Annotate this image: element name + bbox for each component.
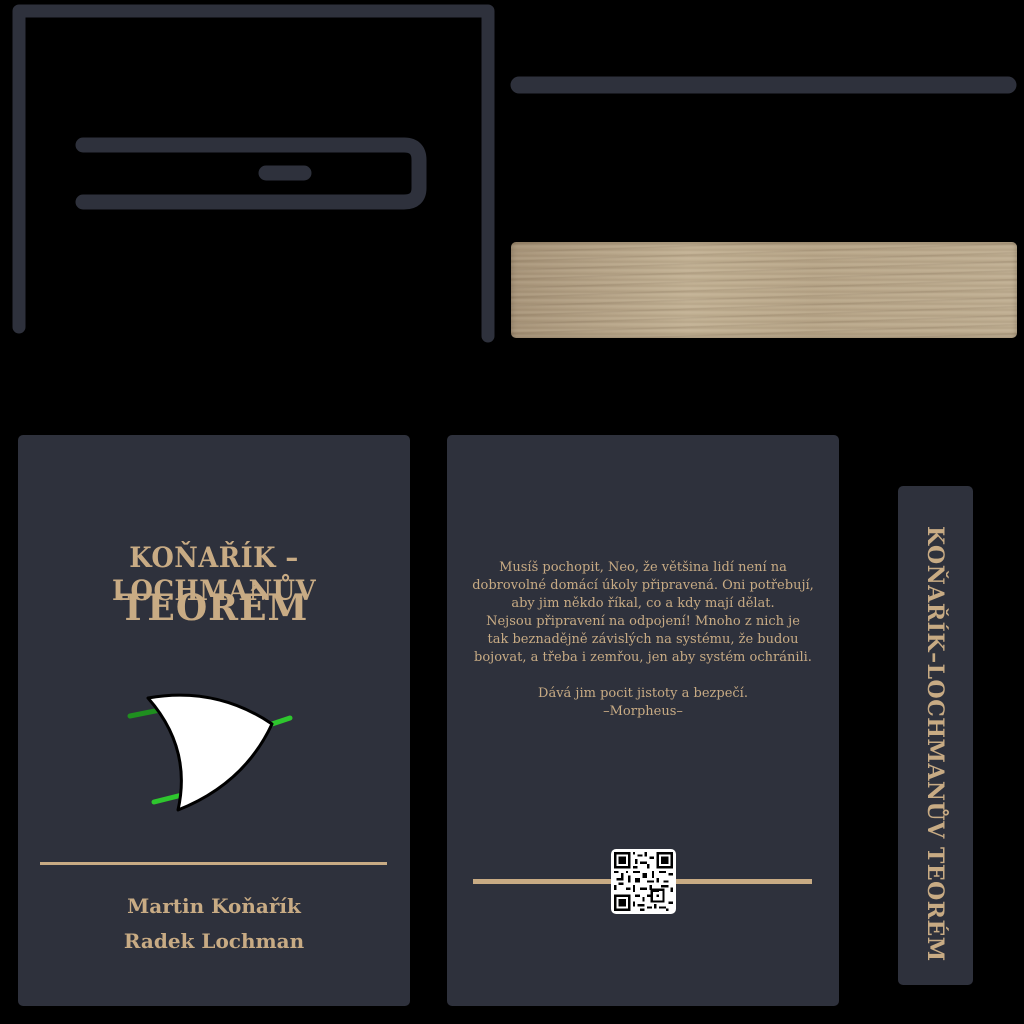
author-name: Martin Koňařík bbox=[127, 894, 301, 918]
quote-line: Nejsou připravení na odpojení! Mnoho z n… bbox=[486, 614, 800, 629]
wood-texture-strip bbox=[511, 242, 1017, 338]
or-gate-icon bbox=[127, 693, 293, 812]
back-cover: Musíš pochopit, Neo, že většina lidí nen… bbox=[447, 435, 839, 1006]
quote-attribution: –Morpheus– bbox=[603, 704, 683, 719]
front-divider-line bbox=[40, 862, 387, 865]
quote-line: bojovat, a třeba i zemřou, jen aby systé… bbox=[474, 650, 812, 665]
quote-line: Musíš pochopit, Neo, že většina lidí nen… bbox=[499, 560, 787, 575]
quote-line: dobrovolné domácí úkoly připravená. Oni … bbox=[472, 578, 814, 593]
slot-outline bbox=[75, 137, 427, 210]
back-quote: Musíš pochopit, Neo, že většina lidí nen… bbox=[465, 559, 821, 721]
front-title-line-2: TEORÉM bbox=[119, 587, 309, 629]
author-name: Radek Lochman bbox=[123, 929, 305, 953]
front-cover: KOŇAŘÍK – LOCHMANŮV TEORÉM Martin Koňaří… bbox=[18, 435, 410, 1006]
qr-code-icon bbox=[611, 849, 676, 914]
spine-title: KOŇAŘÍK–LOCHMANŮV TEORÉM bbox=[922, 526, 948, 962]
quote-closing: Dává jim pocit jistoty a bezpečí. bbox=[538, 686, 748, 701]
quote-line: tak beznadějně závislých na systému, že … bbox=[487, 632, 799, 647]
book-spine: KOŇAŘÍK–LOCHMANŮV TEORÉM bbox=[898, 486, 973, 985]
quote-line: aby jim někdo říkal, co a kdy mají dělat… bbox=[511, 596, 775, 611]
